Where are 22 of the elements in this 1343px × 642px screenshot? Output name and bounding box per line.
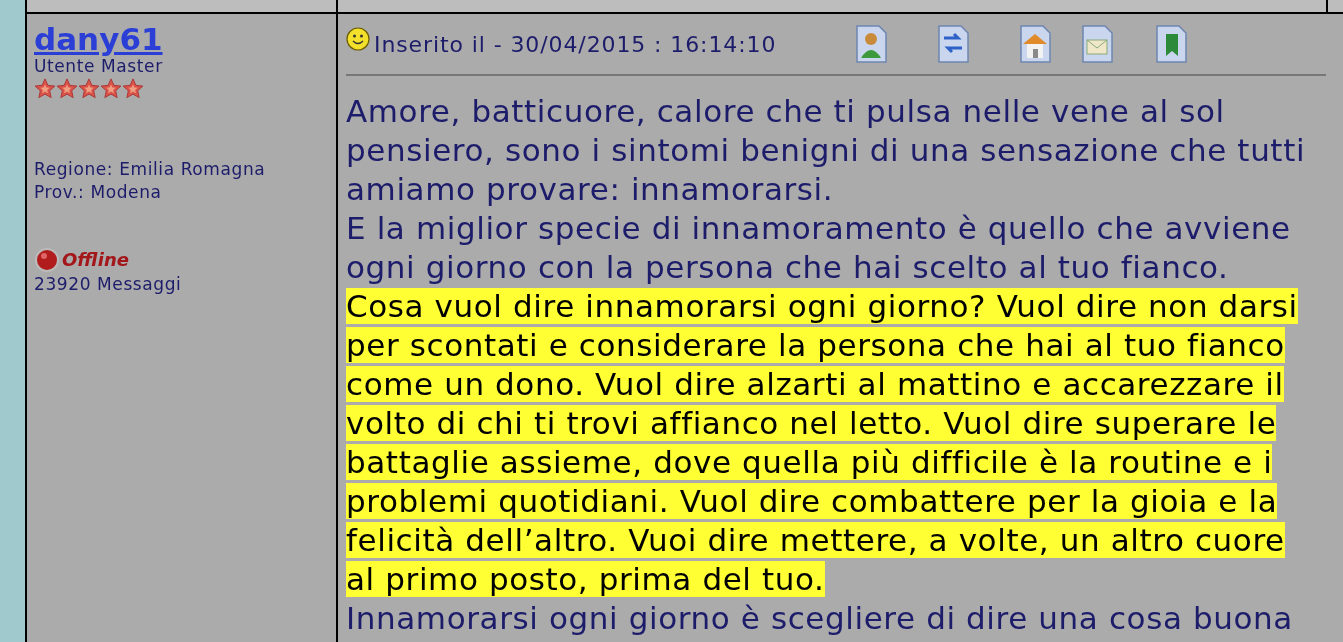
refresh-icon[interactable] [936, 24, 970, 64]
post-timestamp: Inserito il - 30/04/2015 : 16:14:10 [374, 31, 778, 59]
envelope-icon[interactable] [1080, 24, 1114, 64]
status-label: Offline [62, 248, 129, 272]
region-text: Regione: Emilia Romagna [34, 158, 266, 181]
post-paragraph: Amore, batticuore, calore che ti pulsa nelle vene al sol pensiero, sono i sintomi benigni di una sensazione che tutti amiamo provare: innamorarsi. [346, 92, 1307, 209]
star-icon [78, 78, 100, 100]
message-count: 23920 Messaggi [34, 273, 182, 295]
star-icon [122, 78, 144, 100]
star-icon [100, 78, 122, 100]
star-icon [56, 78, 78, 100]
house-icon[interactable] [1018, 24, 1052, 64]
smiley-icon [346, 27, 370, 51]
profile-icon[interactable] [854, 24, 888, 64]
highlighted-paragraph: Cosa vuol dire innamorarsi ogni giorno? Vuol dire non darsi per scontati e considerare la persona che hai al tuo fianco come un dono. Vuol dire alzarti al mattino e accarezzare il volto di chi ti trovi affianco nel letto. Vuol dire superare le battaglie assieme, dove quella più difficile è la routine e i problemi quotidiani. Vuol dire combattere per la gioia e la felicità dell’altro. Vuoi dire mettere, a volte, un altro cuore al primo posto, prima del tuo. [346, 287, 1299, 599]
username-link[interactable]: dany61 [34, 22, 163, 56]
post-paragraph: E la miglior specie di innamoramento è quello che avviene ogni giorno con la persona che hai scelto al tuo fianco. [346, 209, 1292, 287]
post-paragraph: Innamorarsi ogni giorno è scegliere di dire una cosa buona [346, 599, 1294, 638]
bookmark-icon[interactable] [1154, 24, 1188, 64]
province-text: Prov.: Modena [34, 181, 162, 204]
user-rank: Utente Master [34, 56, 163, 76]
star-icon [34, 78, 56, 100]
